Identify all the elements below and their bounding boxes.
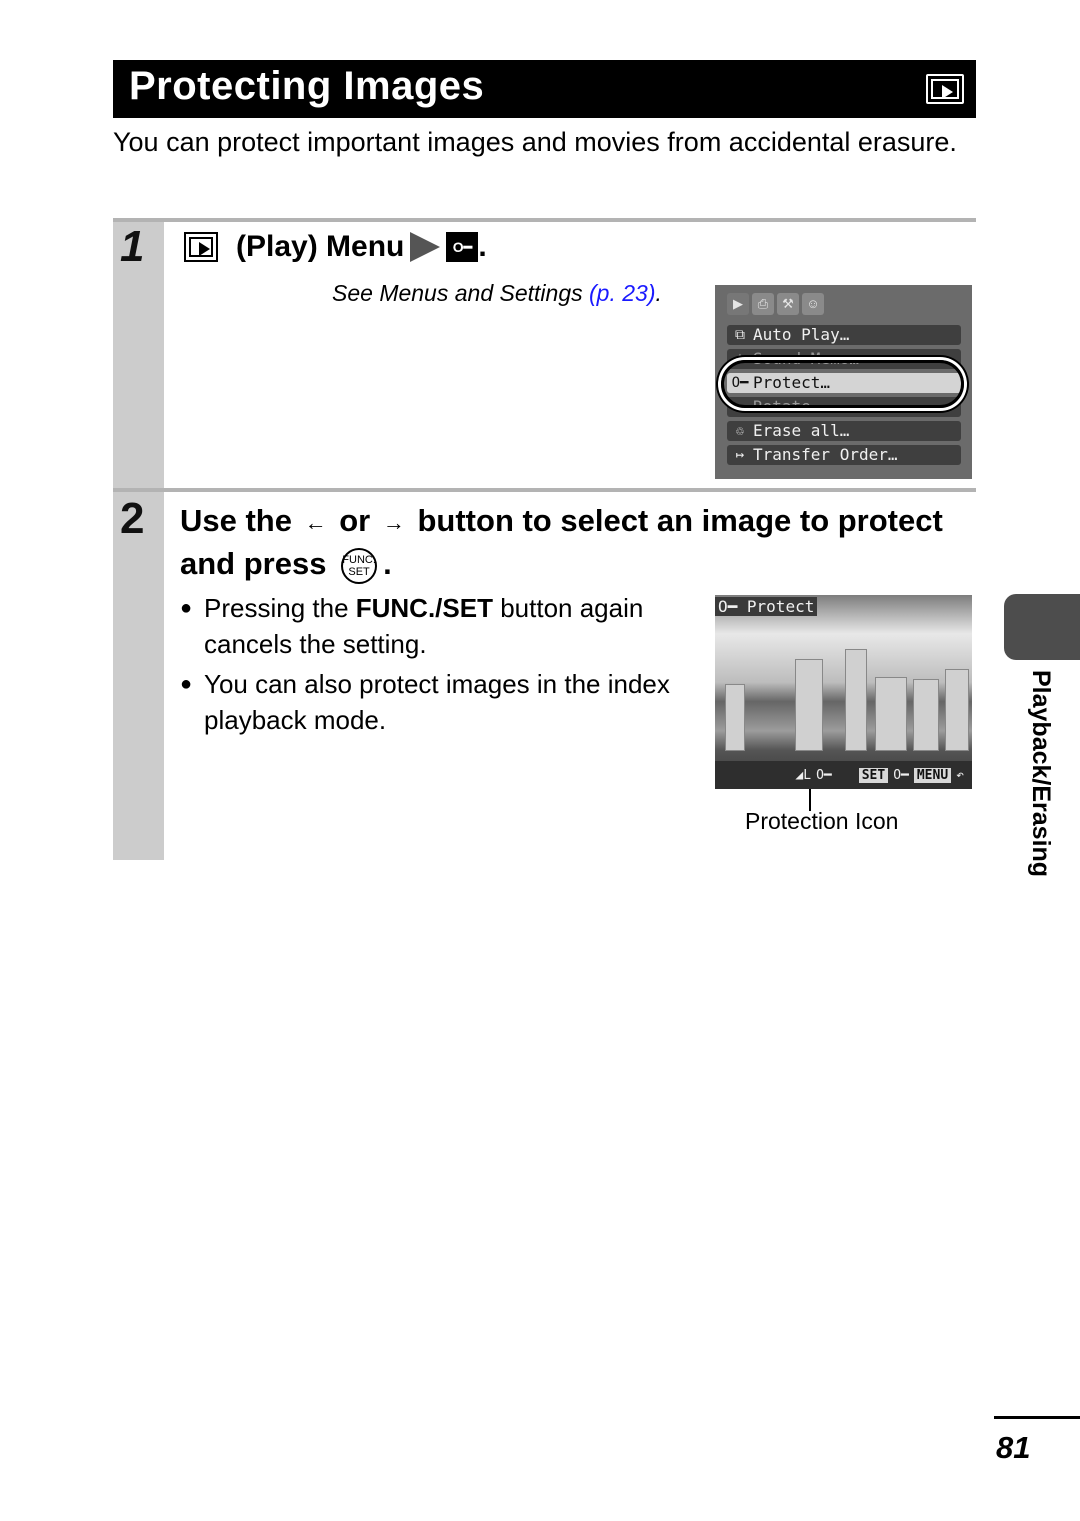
play-tab-icon: ▶ bbox=[727, 293, 749, 315]
photo-building bbox=[845, 649, 867, 751]
menu-tabs: ▶ ⎙ ⚒ ☺ bbox=[727, 293, 824, 315]
play-mode-icon bbox=[926, 74, 964, 104]
my-camera-tab-icon: ☺ bbox=[802, 293, 824, 315]
page-title: Protecting Images bbox=[129, 64, 485, 108]
step-1-divider bbox=[113, 218, 976, 222]
heading-text: button to select an image to protect and… bbox=[180, 503, 943, 582]
step-2-gutter bbox=[113, 492, 164, 860]
bullet-text: Pressing the FUNC./SET button again canc… bbox=[204, 590, 700, 662]
print-tab-icon: ⎙ bbox=[752, 293, 774, 315]
reference-text: See Menus and Settings bbox=[332, 280, 589, 306]
tools-tab-icon: ⚒ bbox=[777, 293, 799, 315]
bullet-icon: ● bbox=[180, 597, 193, 619]
arrow-right-icon bbox=[410, 232, 441, 262]
bullet-icon: ● bbox=[180, 673, 193, 695]
step-2-heading: Use the ← or → button to select an image… bbox=[180, 500, 975, 585]
key-icon: O━ bbox=[893, 767, 909, 783]
step-number: 1 bbox=[120, 222, 145, 271]
left-arrow-icon: ← bbox=[304, 510, 327, 536]
heading-period: . bbox=[478, 230, 487, 263]
heading-text: Use the bbox=[180, 503, 292, 538]
auto-play-icon: ⧉ bbox=[735, 327, 745, 343]
menu-reference: See Menus and Settings (p. 23). bbox=[332, 280, 662, 307]
title-bar: Protecting Images bbox=[113, 60, 976, 118]
step-number: 2 bbox=[120, 494, 145, 543]
photo-building bbox=[945, 669, 969, 751]
chapter-tab bbox=[1004, 594, 1080, 660]
quality-icon: ◢L bbox=[795, 767, 812, 783]
set-label: SET bbox=[348, 566, 370, 579]
bullet-text: You can also protect images in the index… bbox=[204, 669, 670, 735]
protection-icon-callout: Protection Icon bbox=[745, 808, 899, 834]
menu-badge: MENU bbox=[913, 767, 952, 783]
protection-icon: O━ bbox=[816, 767, 832, 783]
trash-icon: ♲ bbox=[735, 423, 745, 439]
highlight-ring bbox=[721, 360, 964, 408]
key-icon: O━ bbox=[446, 232, 479, 262]
key-icon: O━ bbox=[718, 597, 738, 616]
menu-item-auto-play: ⧉ Auto Play… bbox=[727, 325, 961, 345]
bullet-text-pre: Pressing the bbox=[204, 593, 356, 623]
step-1-label: (Play) Menu bbox=[236, 230, 405, 263]
protect-screen-photo: O━ Protect ◢L O━ SET O━ MENU ↶ bbox=[715, 595, 972, 789]
back-icon: ↶ bbox=[956, 767, 964, 783]
menu-item-label: Erase all… bbox=[753, 421, 850, 440]
play-icon bbox=[184, 232, 218, 262]
menu-item-label: Transfer Order… bbox=[753, 445, 898, 464]
right-arrow-icon: → bbox=[382, 510, 405, 536]
page-link[interactable]: (p. 23) bbox=[589, 280, 655, 306]
menu-item-erase-all: ♲ Erase all… bbox=[727, 421, 961, 441]
bullet-item: ● You can also protect images in the inde… bbox=[180, 666, 700, 738]
menu-item-transfer-order: ↦ Transfer Order… bbox=[727, 445, 961, 465]
photo-status-bar: ◢L O━ SET O━ MENU ↶ bbox=[715, 761, 972, 789]
bullet-item: ● Pressing the FUNC./SET button again can… bbox=[180, 590, 700, 662]
step-1-heading: (Play) Menu O━ . bbox=[184, 230, 487, 264]
chapter-label-text: Playback/Erasing bbox=[1027, 670, 1055, 878]
chapter-label: Playback/Erasing bbox=[1005, 670, 1065, 910]
bullet-text-bold: FUNC./SET bbox=[355, 593, 493, 623]
reference-suffix: . bbox=[655, 280, 662, 306]
menu-item-label: Auto Play… bbox=[753, 325, 850, 344]
transfer-icon: ↦ bbox=[735, 447, 745, 463]
step-2-divider bbox=[113, 488, 976, 492]
func-label: FUNC. bbox=[342, 554, 376, 567]
page-number-rule bbox=[994, 1416, 1080, 1419]
photo-building bbox=[725, 684, 745, 751]
photo-building bbox=[795, 659, 823, 751]
page-number: 81 bbox=[996, 1430, 1031, 1465]
heading-period: . bbox=[383, 546, 392, 582]
intro-text: You can protect important images and mov… bbox=[113, 127, 957, 157]
overlay-text: Protect bbox=[746, 597, 815, 616]
protect-overlay-label: O━ Protect bbox=[715, 597, 818, 616]
photo-building bbox=[913, 679, 939, 751]
func-set-button-icon: FUNC. SET bbox=[341, 548, 378, 585]
step-2-bullets: ● Pressing the FUNC./SET button again can… bbox=[180, 590, 700, 742]
heading-text: or bbox=[339, 503, 371, 538]
photo-building bbox=[875, 677, 907, 751]
set-badge: SET bbox=[858, 767, 889, 783]
